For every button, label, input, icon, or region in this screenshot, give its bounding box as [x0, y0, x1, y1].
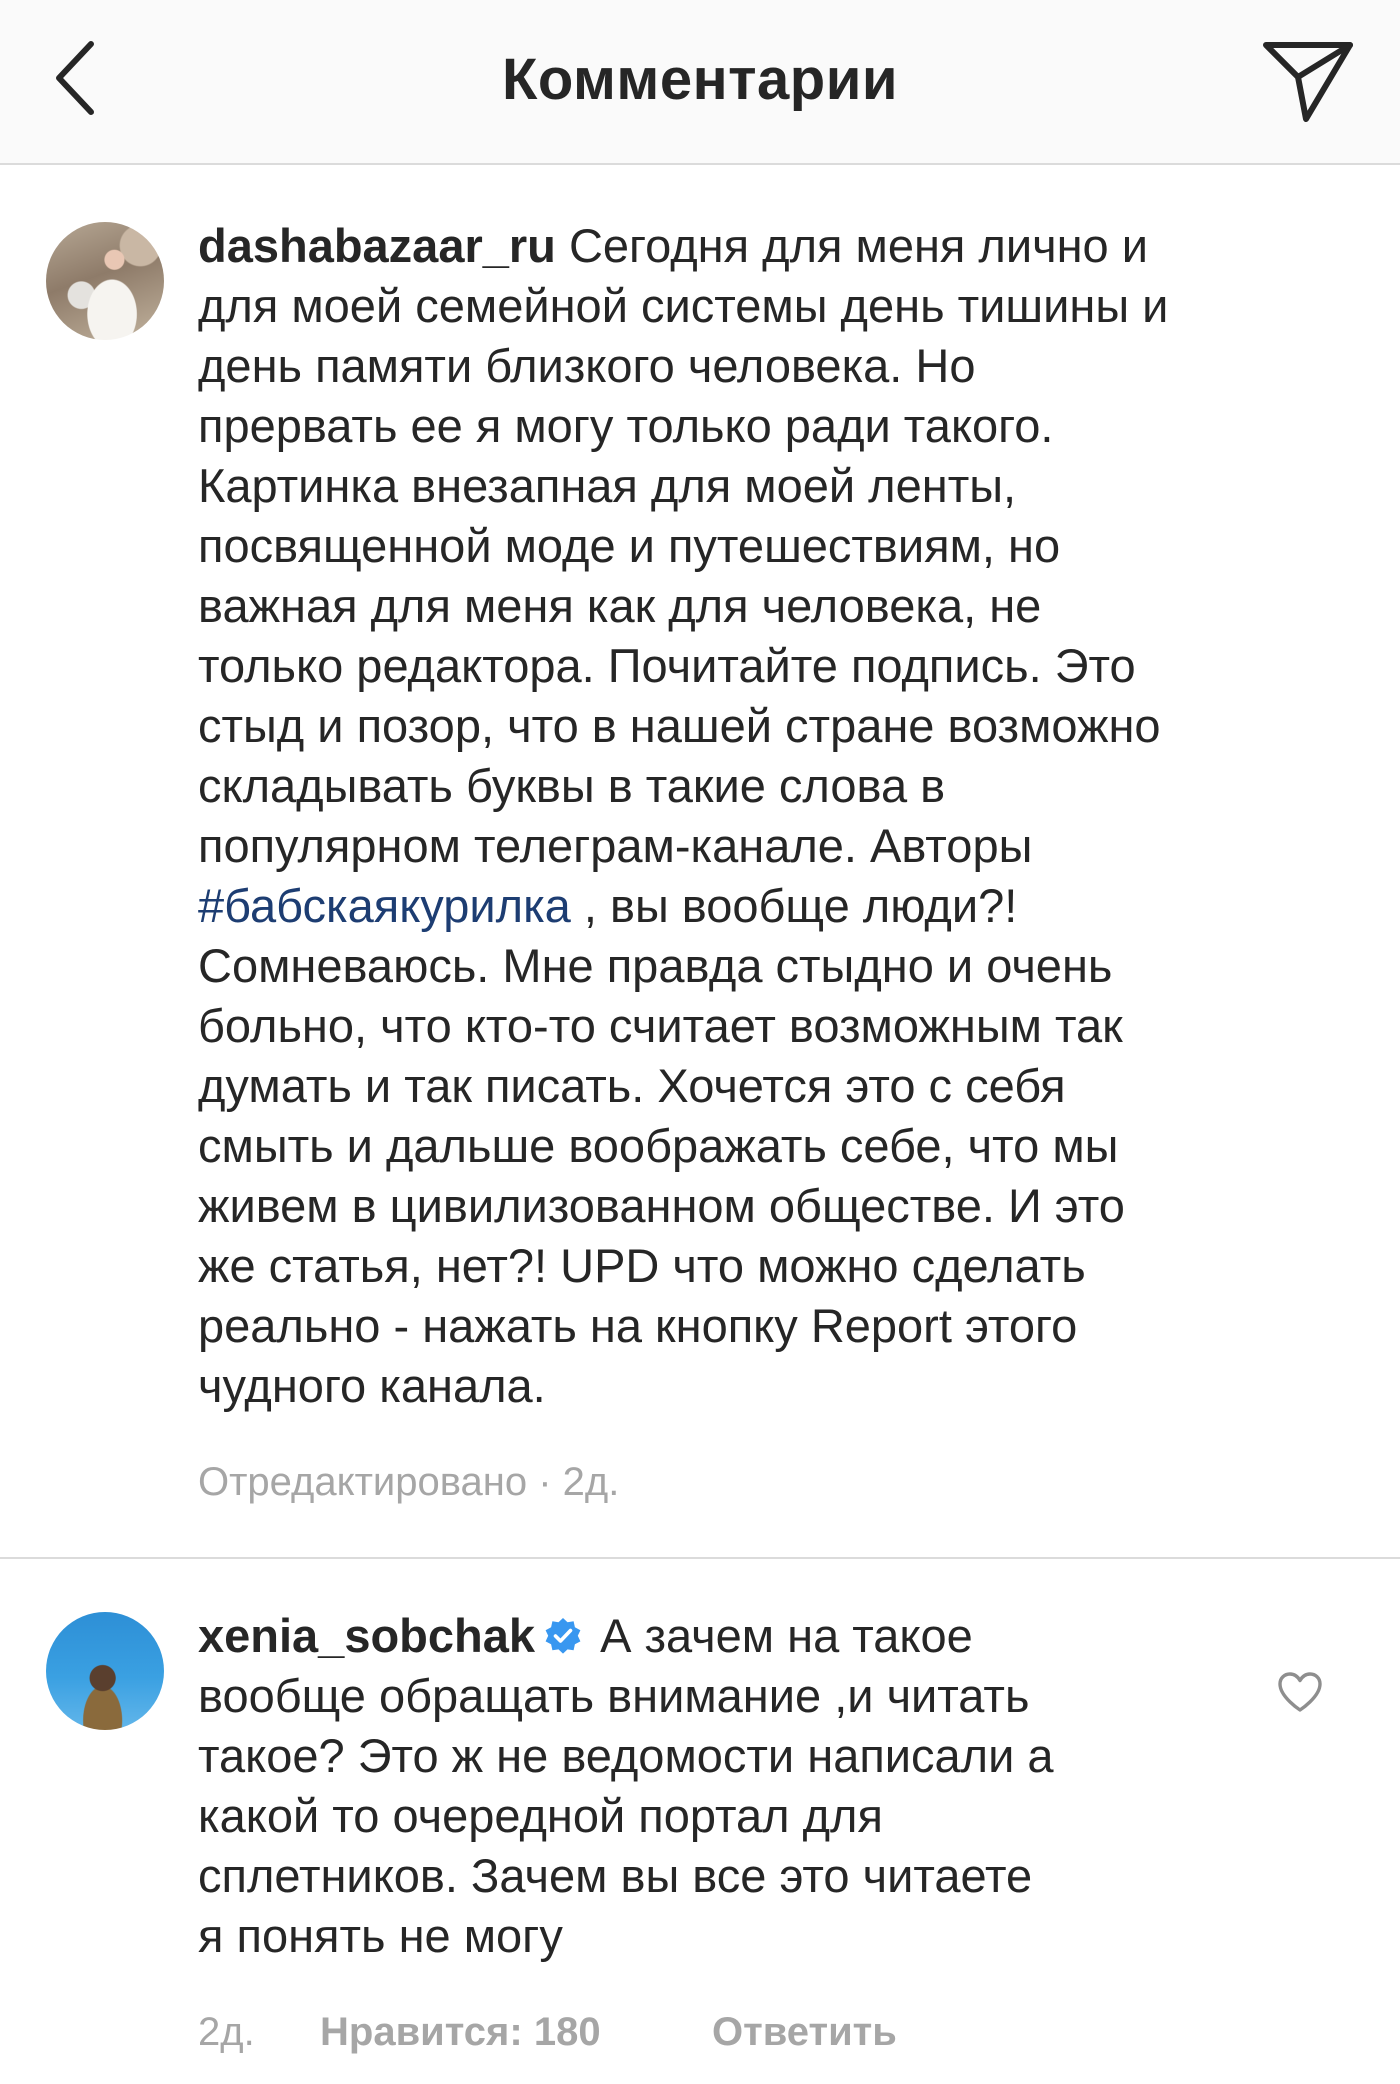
- comment-line: dashabazaar_ru Сегодня для меня лично и: [198, 216, 1348, 276]
- username[interactable]: xenia_sobchak: [198, 1609, 535, 1662]
- avatar[interactable]: [46, 1612, 164, 1730]
- comment-line: думать и так писать. Хочется это с себя: [198, 1059, 1066, 1112]
- comment-line: же статья, нет?! UPD что можно сделать: [198, 1239, 1086, 1292]
- comment-line: больно, что кто-то считает возможным так: [198, 999, 1123, 1052]
- comment-line: смыть и дальше воображать себе, что мы: [198, 1119, 1119, 1172]
- heart-outline-icon: [1278, 1672, 1322, 1712]
- comment-line: день памяти близкого человека. Но: [198, 339, 976, 392]
- comment-line: xenia_sobchak А зачем на такое: [198, 1606, 1348, 1666]
- like-button[interactable]: [1272, 1664, 1328, 1720]
- comment-line: важная для меня как для человека, не: [198, 579, 1042, 632]
- comment-line: складывать буквы в такие слова в: [198, 759, 946, 812]
- comment-meta: 2д. Нравится: 180 Ответить: [198, 2010, 897, 2055]
- username[interactable]: dashabazaar_ru: [198, 219, 556, 272]
- comment-line: популярном телеграм-канале. Авторы: [198, 819, 1033, 872]
- comment-line: вообще обращать внимание ,и читать: [198, 1669, 1030, 1722]
- comment-line: прервать ее я могу только ради такого.: [198, 399, 1054, 452]
- comment-meta: Отредактировано · 2д.: [198, 1460, 620, 1504]
- reply-button[interactable]: Ответить: [712, 2010, 897, 2054]
- comment-text-part: А зачем на такое: [587, 1609, 973, 1662]
- comment-text: dashabazaar_ru Сегодня для меня лично и …: [198, 219, 1348, 1416]
- comment-line: для моей семейной системы день тишины и: [198, 279, 1169, 332]
- verified-badge-icon: [545, 1618, 581, 1654]
- comment-line: какой то очередной портал для: [198, 1789, 883, 1842]
- comment-line: сплетников. Зачем вы все это читаете: [198, 1849, 1033, 1902]
- comment-time: 2д.: [198, 2010, 255, 2054]
- comment-text-part: , вы вообще люди?!: [570, 879, 1018, 932]
- hashtag-link[interactable]: #бабскаякурилка: [198, 879, 571, 932]
- top-bar: Комментарии: [0, 0, 1400, 165]
- comment-text-part: Сегодня для меня лично и: [555, 219, 1148, 272]
- comment-line: только редактора. Почитайте подпись. Это: [198, 639, 1136, 692]
- comment-line: посвященной моде и путешествиям, но: [198, 519, 1061, 572]
- avatar[interactable]: [46, 222, 164, 340]
- comment-line: живем в цивилизованном обществе. И это: [198, 1179, 1125, 1232]
- comment-text: xenia_sobchak А зачем на такое вообще об…: [198, 1609, 1348, 1966]
- comment-line: такое? Это ж не ведомости написали а: [198, 1729, 1054, 1782]
- comment-line: я понять не могу: [198, 1909, 563, 1962]
- comment-line: стыд и позор, что в нашей стране возможн…: [198, 699, 1161, 752]
- paper-plane-icon: [1263, 42, 1353, 122]
- share-button[interactable]: [1258, 36, 1358, 126]
- likes-count-button[interactable]: Нравится: 180: [320, 2010, 712, 2055]
- comment-line: чудного канала.: [198, 1359, 546, 1412]
- divider: [0, 1557, 1400, 1559]
- comment-line: Картинка внезапная для моей ленты,: [198, 459, 1017, 512]
- comment-line: реально - нажать на кнопку Report этого: [198, 1299, 1078, 1352]
- comment-line: Сомневаюсь. Мне правда стыдно и очень: [198, 939, 1113, 992]
- comment-line: #бабскаякурилка , вы вообще люди?!: [198, 876, 1348, 936]
- page-title: Комментарии: [501, 47, 899, 112]
